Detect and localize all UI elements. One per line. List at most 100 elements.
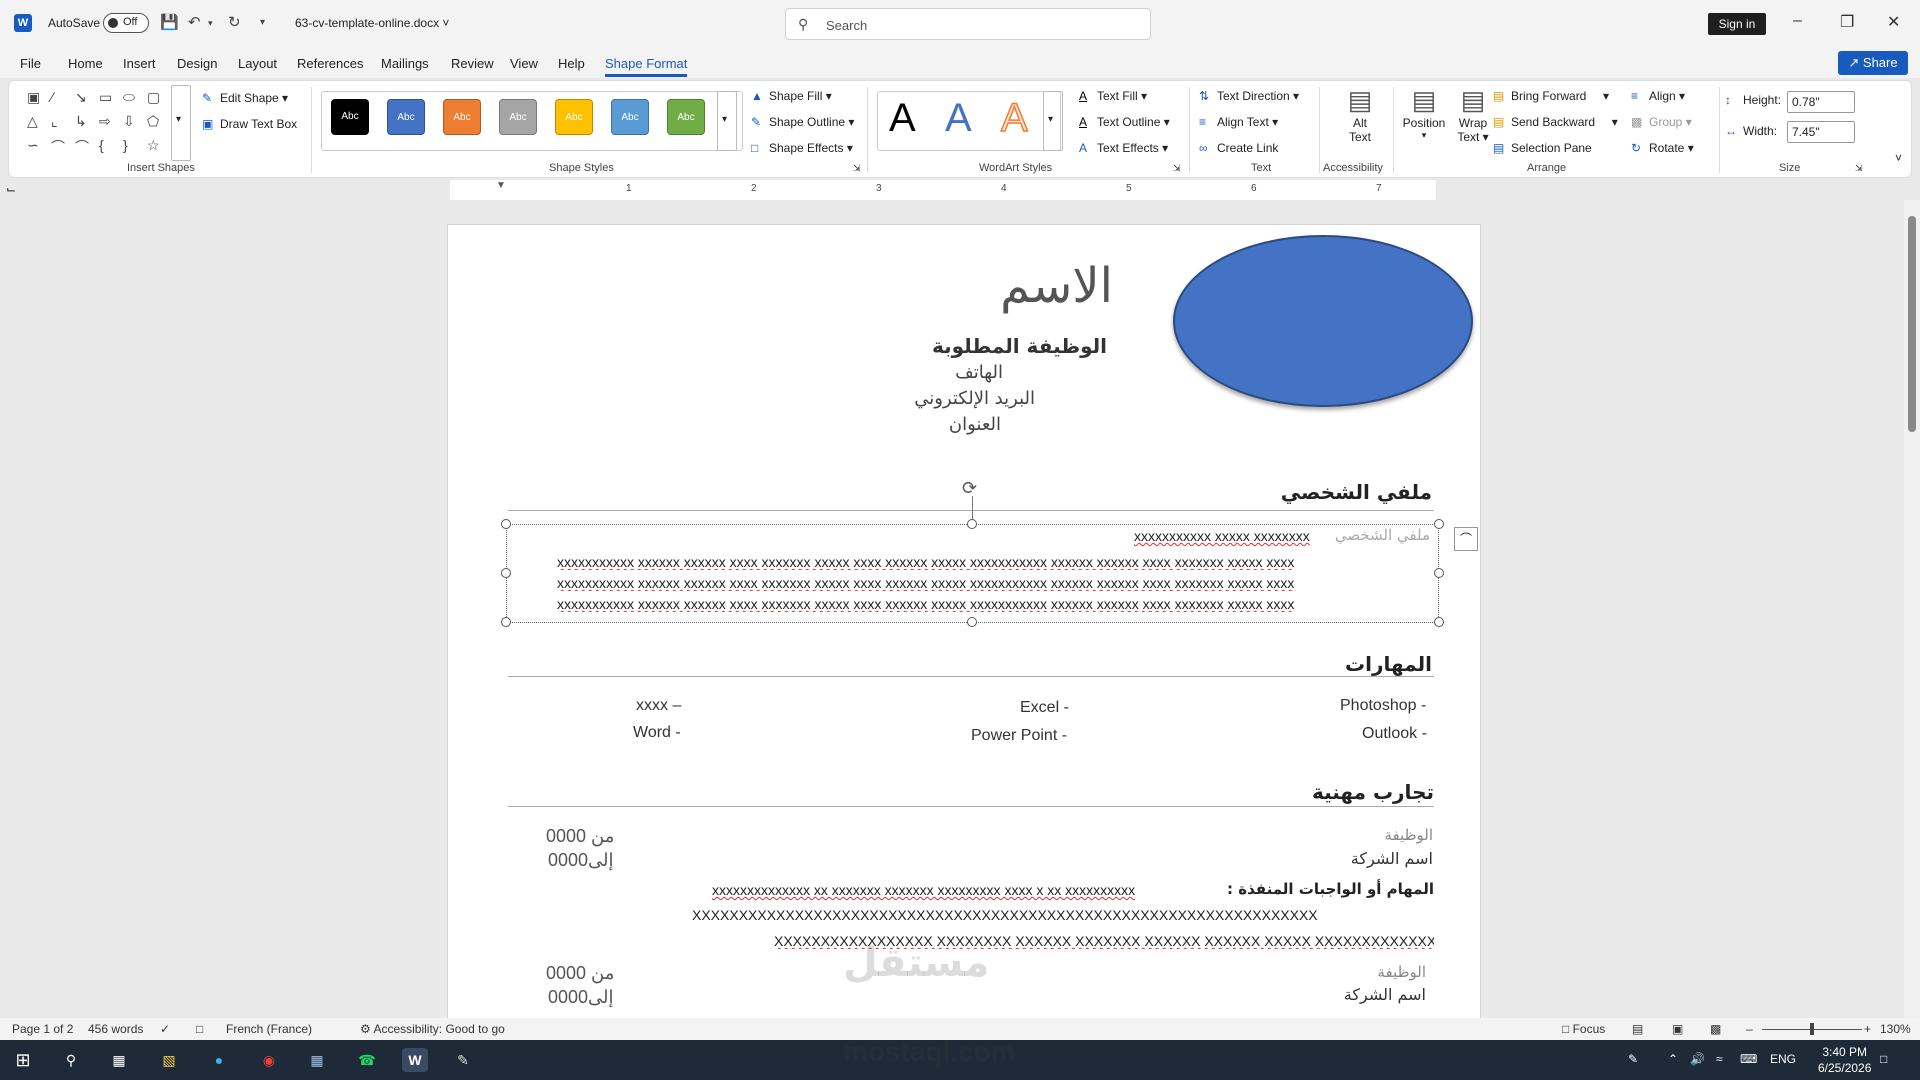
text-predictions-icon[interactable]: □: [196, 1022, 203, 1036]
zoom-in-icon[interactable]: +: [1864, 1022, 1871, 1036]
tab-help[interactable]: Help: [558, 56, 585, 71]
line-shape-icon[interactable]: ∕: [51, 89, 53, 105]
skill-powerpoint[interactable]: Power Point -: [971, 727, 1067, 745]
tab-view[interactable]: View: [510, 56, 538, 71]
rectangle-shape-icon[interactable]: ▭: [99, 89, 112, 106]
shapes-gallery[interactable]: ▣ ∕ ↘ ▭ ⬭ ▢ △ ⌞ ↳ ⇨ ⇩ ⬠ ∽ ⌒ ⌒ { } ☆: [27, 89, 175, 161]
text-direction-button[interactable]: ⇅ Text Direction ▾: [1199, 89, 1299, 103]
shape-style-swatch-3[interactable]: Abc: [443, 99, 481, 135]
draw-text-box-button[interactable]: ▣ Draw Text Box: [202, 117, 297, 131]
curve-shape-icon[interactable]: ⌒: [75, 137, 89, 157]
resize-handle[interactable]: [1434, 617, 1444, 627]
resize-handle[interactable]: [967, 617, 977, 627]
tab-review[interactable]: Review: [451, 56, 494, 71]
undo-dropdown-icon[interactable]: ▾: [208, 13, 213, 33]
horizontal-ruler[interactable]: ⌙ ▼ 1 2 3 4 5 6 7: [0, 180, 1920, 200]
skill-photoshop[interactable]: Photoshop -: [1340, 697, 1426, 715]
skill-excel[interactable]: Excel -: [1020, 699, 1069, 717]
clock[interactable]: 3:40 PM 6/25/2026: [1818, 1044, 1871, 1076]
cv-job-title[interactable]: الوظيفة المطلوبة: [932, 334, 1107, 358]
tab-design[interactable]: Design: [177, 56, 217, 71]
read-mode-icon[interactable]: ▤: [1632, 1022, 1643, 1036]
exp1-tasks-line[interactable]: xxxxxxxxxxxxxx xx xxxxxxx xxxxxxx xxxxxx…: [712, 882, 1135, 898]
shape-style-swatch-4[interactable]: Abc: [499, 99, 537, 135]
shape-style-swatch-6[interactable]: Abc: [611, 99, 649, 135]
exp2-job[interactable]: الوظيفة: [1377, 963, 1426, 981]
resize-handle[interactable]: [501, 519, 511, 529]
position-button[interactable]: ▤ Position ▾: [1399, 85, 1449, 141]
resize-handle[interactable]: [501, 617, 511, 627]
snip-rectangle-shape-icon[interactable]: ⬠: [147, 113, 159, 130]
language-status[interactable]: French (France): [226, 1022, 312, 1036]
minimize-icon[interactable]: –: [1793, 12, 1802, 30]
skill-xxxx[interactable]: xxxx –: [636, 697, 681, 715]
exp2-from-date[interactable]: من 0000: [546, 963, 614, 984]
skills-heading[interactable]: المهارات: [1345, 652, 1432, 676]
accessibility-status[interactable]: ⚙ Accessibility: Good to go: [360, 1022, 505, 1036]
cv-email[interactable]: البريد الإلكتروني: [914, 388, 1035, 409]
cv-address[interactable]: العنوان: [949, 414, 1001, 435]
tab-mailings[interactable]: Mailings: [381, 56, 429, 71]
star-shape-icon[interactable]: ☆: [147, 137, 160, 154]
height-input[interactable]: 0.78": [1787, 91, 1855, 113]
edit-shape-button[interactable]: ✎ Edit Shape ▾: [202, 91, 288, 105]
wordart-more-button[interactable]: ▾: [1043, 91, 1063, 151]
group-button[interactable]: ▩ Group ▾: [1631, 115, 1692, 129]
exp1-job[interactable]: الوظيفة: [1384, 826, 1433, 844]
cv-name[interactable]: الاسم: [1000, 258, 1113, 314]
edge-icon[interactable]: ●: [206, 1048, 232, 1072]
wordart-black[interactable]: A: [889, 93, 916, 143]
tab-selector-icon[interactable]: ⌙: [6, 182, 16, 196]
text-outline-button[interactable]: A Text Outline ▾: [1079, 115, 1170, 129]
tab-home[interactable]: Home: [68, 56, 103, 71]
web-layout-icon[interactable]: ▩: [1710, 1022, 1721, 1036]
resize-handle[interactable]: [501, 568, 511, 578]
elbow-connector-shape-icon[interactable]: ⌞: [51, 113, 58, 130]
elbow-arrow-shape-icon[interactable]: ↳: [75, 113, 87, 130]
page-count[interactable]: Page 1 of 2: [12, 1022, 73, 1036]
create-link-button[interactable]: ∞ Create Link: [1199, 141, 1278, 155]
selection-pane-button[interactable]: ▤ Selection Pane: [1493, 141, 1592, 155]
undo-icon[interactable]: ↶: [188, 13, 201, 33]
zoom-out-icon[interactable]: –: [1746, 1022, 1753, 1036]
volume-icon[interactable]: 🔊: [1690, 1052, 1705, 1066]
align-text-button[interactable]: ≡ Align Text ▾: [1199, 115, 1278, 129]
chrome-icon[interactable]: ◉: [256, 1048, 282, 1072]
pen-icon[interactable]: ✎: [1628, 1052, 1638, 1066]
align-button[interactable]: ≡ Align ▾: [1631, 89, 1685, 103]
resize-handle[interactable]: [1434, 519, 1444, 529]
rounded-rectangle-shape-icon[interactable]: ▢: [147, 89, 160, 106]
profile-text-line[interactable]: xxxxxxxxxxx xxxxxx xxxxxx xxxx xxxxxxx x…: [557, 596, 1439, 612]
arrow-line-shape-icon[interactable]: ↘: [75, 89, 87, 106]
keyboard-icon[interactable]: ⌨: [1740, 1052, 1757, 1066]
tab-layout[interactable]: Layout: [238, 56, 277, 71]
language-indicator[interactable]: ENG: [1770, 1052, 1796, 1066]
wrap-text-button[interactable]: ▤ Wrap Text ▾: [1451, 85, 1495, 144]
tab-file[interactable]: File: [20, 56, 41, 71]
exp1-to-date[interactable]: إلى0000: [548, 850, 614, 871]
exp1-company[interactable]: اسم الشركة: [1351, 849, 1433, 868]
zoom-level[interactable]: 130%: [1880, 1022, 1911, 1036]
right-arrow-shape-icon[interactable]: ⇨: [99, 113, 111, 130]
shape-styles-more-button[interactable]: ▾: [717, 91, 737, 151]
triangle-shape-icon[interactable]: △: [27, 113, 38, 130]
redo-icon[interactable]: ↻: [228, 13, 241, 33]
profile-text-line[interactable]: xxxxxxxxxxx xxxxx xxxxxxxx: [1134, 528, 1310, 544]
shape-effects-button[interactable]: □ Shape Effects ▾: [751, 141, 853, 155]
search-box[interactable]: ⚲ Search: [785, 8, 1151, 40]
wordart-blue[interactable]: A: [945, 93, 972, 143]
sign-in-button[interactable]: Sign in: [1708, 13, 1766, 35]
shape-style-swatch-2[interactable]: Abc: [387, 99, 425, 135]
autosave-toggle[interactable]: Off: [103, 13, 149, 33]
exp1-from-date[interactable]: من 0000: [546, 826, 614, 847]
cv-phone[interactable]: الهاتف: [955, 362, 1003, 383]
text-effects-button[interactable]: A Text Effects ▾: [1079, 141, 1168, 155]
exp1-tasks-label[interactable]: المهام أو الواجبات المنفذة :: [1227, 880, 1434, 898]
tab-insert[interactable]: Insert: [123, 56, 156, 71]
exp1-tasks-line[interactable]: XXXXXXXXXXXXXXXXXXXXXXXXXXXXXXXXXXXXXXXX…: [692, 907, 1434, 923]
alt-text-button[interactable]: ▤ Alt Text: [1335, 85, 1385, 144]
search-icon[interactable]: ⚲: [58, 1048, 84, 1072]
freeform-shape-icon[interactable]: ∽: [27, 137, 39, 154]
proofing-icon[interactable]: ✓: [160, 1022, 170, 1036]
experience-heading[interactable]: تجارب مهنية: [1312, 780, 1434, 804]
